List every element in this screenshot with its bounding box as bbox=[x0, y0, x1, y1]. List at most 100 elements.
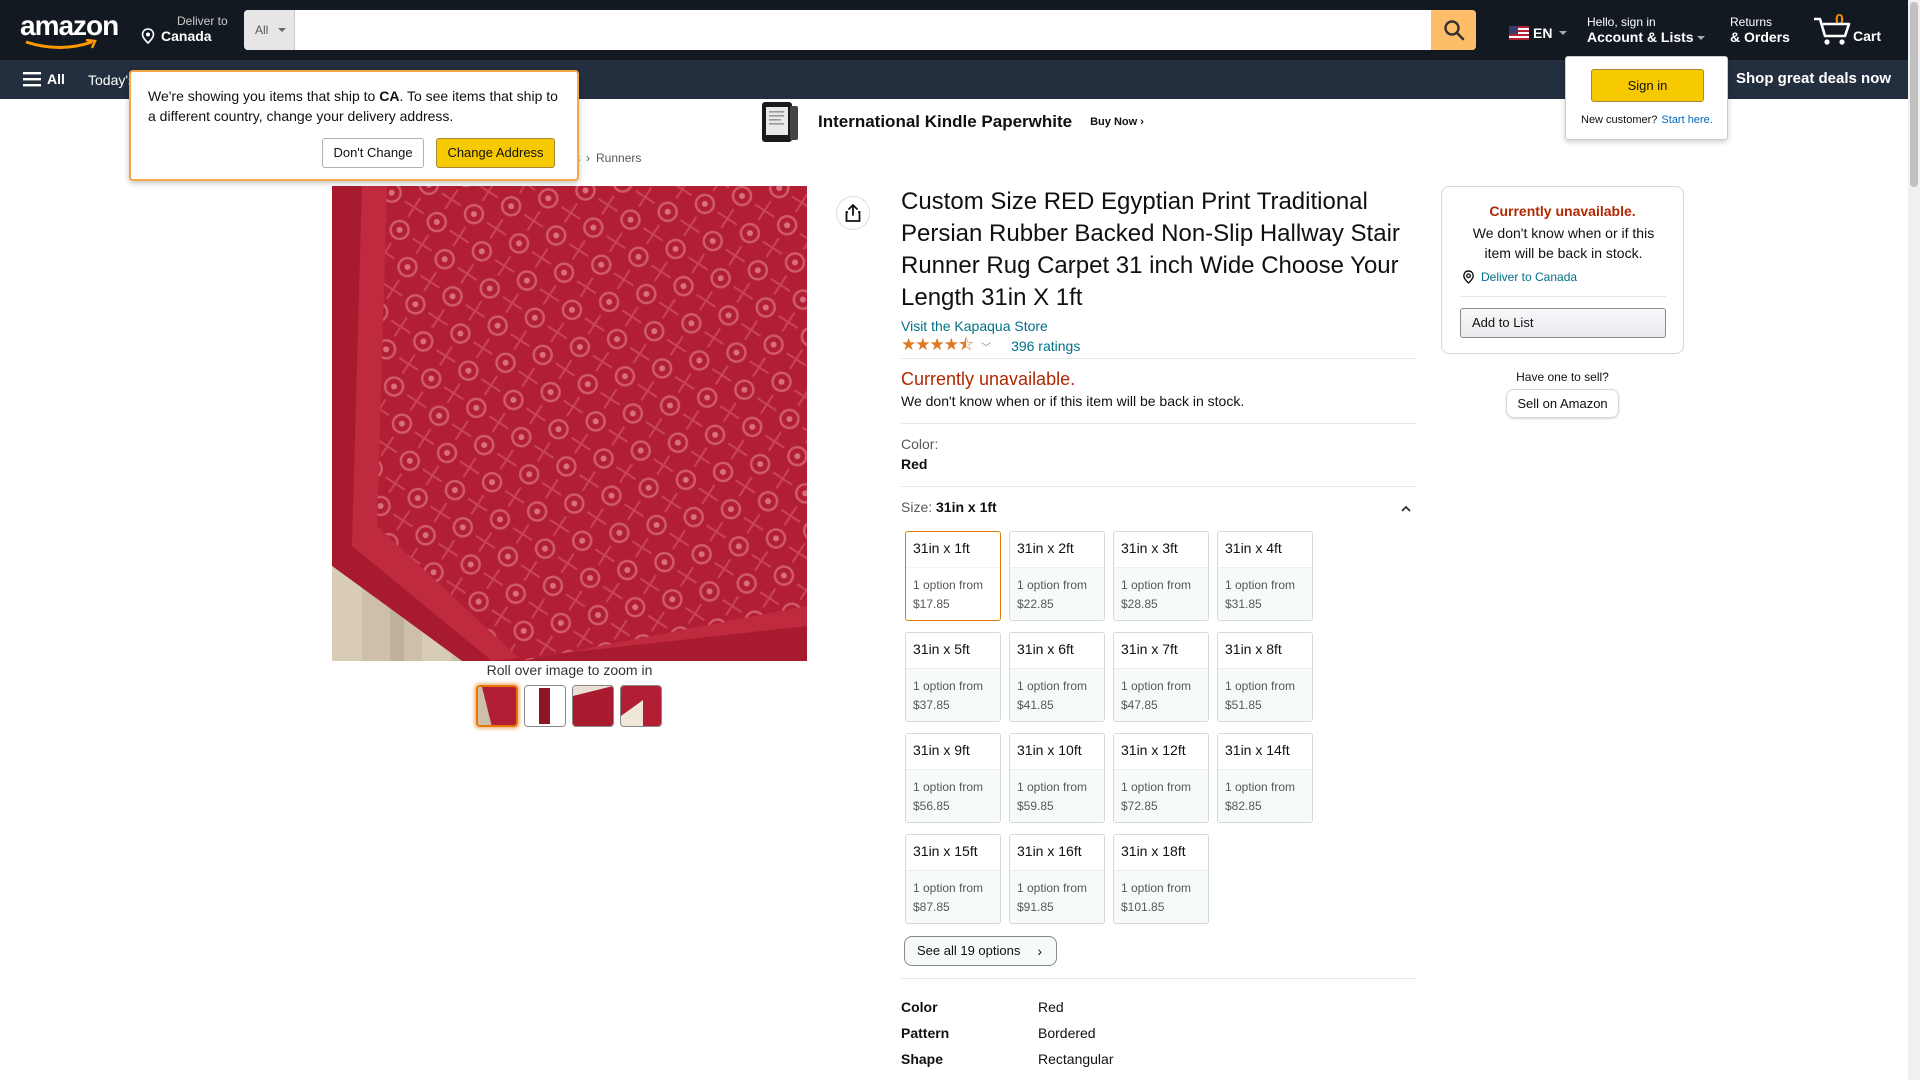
size-option-line: 1 option from bbox=[1225, 578, 1296, 592]
nav-link-todays-deals[interactable]: Today's bbox=[88, 72, 135, 88]
ship-text-pre: We're showing you items that ship to bbox=[148, 88, 380, 104]
divider bbox=[1460, 296, 1666, 297]
zoom-hint-text: Roll over image to zoom in bbox=[486, 662, 653, 678]
scrollbar-thumb[interactable] bbox=[1910, 2, 1918, 187]
chevron-down-icon[interactable]: ﹀ bbox=[981, 339, 991, 354]
size-option[interactable]: 31in x 2ft 1 option from $22.85 bbox=[1009, 531, 1105, 621]
buy-box: Currently unavailable. We don't know whe… bbox=[1441, 186, 1684, 354]
dont-change-button[interactable]: Don't Change bbox=[322, 138, 424, 168]
size-options-grid: 31in x 1ft 1 option from $17.85 31in x 2ft 1… bbox=[901, 531, 1416, 924]
cart-button[interactable]: 0 Cart bbox=[1813, 12, 1883, 48]
size-option-line: 1 option from bbox=[913, 679, 984, 693]
share-icon bbox=[845, 204, 861, 222]
product-title: Custom Size RED Egyptian Print Tradition… bbox=[901, 188, 1400, 311]
thumbnail-2[interactable] bbox=[524, 685, 566, 727]
size-option-label: 31in x 9ft bbox=[906, 734, 1000, 769]
deliver-to[interactable]: Deliver to Canada bbox=[141, 14, 228, 48]
ratings-count-link[interactable]: 396 ratings bbox=[1011, 338, 1080, 354]
size-option[interactable]: 31in x 16ft 1 option from $91.85 bbox=[1009, 834, 1105, 924]
size-option-line: 1 option from bbox=[913, 578, 984, 592]
size-option[interactable]: 31in x 10ft 1 option from $59.85 bbox=[1009, 733, 1105, 823]
spec-key: Shape bbox=[901, 1051, 944, 1067]
size-option-price-info: 1 option from $87.85 bbox=[906, 870, 1000, 923]
size-option-price-info: 1 option from $56.85 bbox=[906, 769, 1000, 822]
size-option[interactable]: 31in x 5ft 1 option from $37.85 bbox=[905, 632, 1001, 722]
add-to-list-button[interactable]: Add to List bbox=[1460, 308, 1666, 338]
size-option[interactable]: 31in x 14ft 1 option from $82.85 bbox=[1217, 733, 1313, 823]
search-department-select[interactable]: All bbox=[244, 10, 295, 50]
change-address-button[interactable]: Change Address bbox=[436, 138, 555, 168]
page-scrollbar[interactable] bbox=[1908, 0, 1920, 1080]
kindle-banner[interactable]: International Kindle Paperwhite Buy Now … bbox=[760, 102, 1144, 142]
size-option-line: 1 option from bbox=[1225, 780, 1296, 794]
chevron-down-icon bbox=[1696, 36, 1705, 41]
size-option-line: 1 option from bbox=[913, 780, 984, 794]
start-here-link[interactable]: Start here. bbox=[1661, 114, 1712, 126]
size-option-label: 31in x 16ft bbox=[1010, 835, 1104, 870]
cart-icon bbox=[1814, 17, 1851, 45]
size-option-label: 31in x 2ft bbox=[1010, 532, 1104, 567]
thumbnail-4[interactable] bbox=[620, 685, 662, 727]
product-main-image[interactable] bbox=[332, 186, 807, 661]
size-option[interactable]: 31in x 8ft 1 option from $51.85 bbox=[1217, 632, 1313, 722]
size-option-price-info: 1 option from $101.85 bbox=[1114, 870, 1208, 923]
thumbnail-1[interactable] bbox=[476, 685, 518, 727]
banner-buy-now-link[interactable]: Buy Now › bbox=[1090, 116, 1144, 128]
size-option-price: $72.85 bbox=[1121, 799, 1158, 813]
spec-row: Pattern Bordered bbox=[901, 1023, 1416, 1049]
returns-orders[interactable]: Returns & Orders bbox=[1730, 15, 1790, 46]
sell-on-amazon-button[interactable]: Sell on Amazon bbox=[1506, 389, 1619, 418]
size-label: Size: bbox=[901, 499, 937, 515]
spec-value: Rectangular bbox=[1038, 1051, 1114, 1067]
size-option[interactable]: 31in x 3ft 1 option from $28.85 bbox=[1113, 531, 1209, 621]
search-button[interactable] bbox=[1431, 10, 1476, 50]
see-all-options-button[interactable]: See all 19 options › bbox=[904, 936, 1057, 966]
size-option-price: $31.85 bbox=[1225, 597, 1262, 611]
account-lists[interactable]: Hello, sign in Account & Lists bbox=[1587, 15, 1705, 46]
size-selector-header[interactable]: Size: 31in x 1ft bbox=[901, 499, 1416, 519]
size-option-price-info: 1 option from $59.85 bbox=[1010, 769, 1104, 822]
size-option-label: 31in x 12ft bbox=[1114, 734, 1208, 769]
size-option-price: $91.85 bbox=[1017, 900, 1054, 914]
size-option-price-info: 1 option from $47.85 bbox=[1114, 668, 1208, 721]
sign-in-button[interactable]: Sign in bbox=[1591, 69, 1704, 102]
all-menu-button[interactable]: All bbox=[23, 71, 65, 87]
size-option[interactable]: 31in x 15ft 1 option from $87.85 bbox=[905, 834, 1001, 924]
nav-link-shop-deals[interactable]: Shop great deals now bbox=[1736, 70, 1891, 87]
language-selector[interactable]: EN bbox=[1509, 25, 1568, 41]
spec-value: Red bbox=[1038, 999, 1064, 1015]
size-option[interactable]: 31in x 9ft 1 option from $56.85 bbox=[905, 733, 1001, 823]
divider bbox=[901, 486, 1416, 487]
thumbnail-strip bbox=[476, 685, 662, 727]
size-option[interactable]: 31in x 7ft 1 option from $47.85 bbox=[1113, 632, 1209, 722]
availability: Currently unavailable. We don't know whe… bbox=[901, 367, 1416, 409]
breadcrumb-item-runners[interactable]: Runners bbox=[596, 151, 641, 165]
size-option[interactable]: 31in x 1ft 1 option from $17.85 bbox=[905, 531, 1001, 621]
returns-label: Returns bbox=[1730, 15, 1773, 29]
size-option-price-info: 1 option from $17.85 bbox=[906, 567, 1000, 620]
chevron-down-icon bbox=[278, 28, 286, 32]
store-link[interactable]: Visit the Kapaqua Store bbox=[901, 318, 1416, 334]
spec-value: Bordered bbox=[1038, 1025, 1096, 1041]
new-customer-label: New customer? bbox=[1581, 114, 1658, 126]
size-option[interactable]: 31in x 12ft 1 option from $72.85 bbox=[1113, 733, 1209, 823]
deliver-to-link[interactable]: Deliver to Canada bbox=[1462, 270, 1577, 284]
spec-key: Color bbox=[901, 999, 938, 1015]
size-option[interactable]: 31in x 4ft 1 option from $31.85 bbox=[1217, 531, 1313, 621]
chevron-up-icon[interactable] bbox=[1400, 503, 1412, 515]
product-info: Custom Size RED Egyptian Print Tradition… bbox=[901, 186, 1416, 1075]
thumbnail-3[interactable] bbox=[572, 685, 614, 727]
star-rating-icon[interactable]: ★★★★⯪ bbox=[901, 332, 974, 361]
size-option-label: 31in x 6ft bbox=[1010, 633, 1104, 668]
size-option-line: 1 option from bbox=[1121, 679, 1192, 693]
spec-row: Shape Rectangular bbox=[901, 1049, 1416, 1075]
amazon-logo[interactable]: amazon bbox=[20, 12, 120, 49]
size-option[interactable]: 31in x 18ft 1 option from $101.85 bbox=[1113, 834, 1209, 924]
search-input[interactable] bbox=[295, 10, 1431, 50]
cart-label: Cart bbox=[1853, 28, 1882, 44]
search-bar: All bbox=[244, 10, 1476, 50]
size-option-label: 31in x 10ft bbox=[1010, 734, 1104, 769]
divider bbox=[901, 358, 1416, 359]
share-button[interactable] bbox=[836, 196, 870, 230]
size-option[interactable]: 31in x 6ft 1 option from $41.85 bbox=[1009, 632, 1105, 722]
